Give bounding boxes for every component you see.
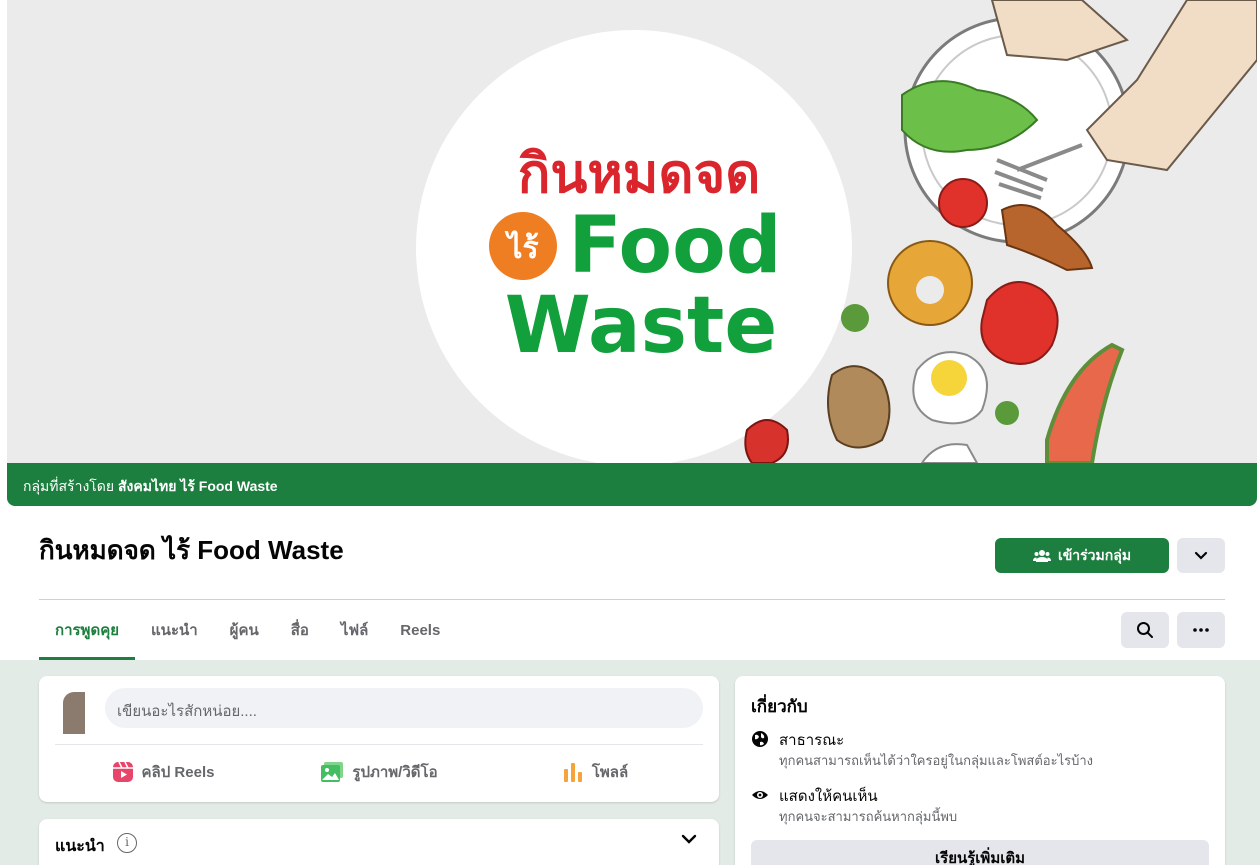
cover-photo[interactable]: กินหมดจด ไร้ Food Waste bbox=[7, 0, 1257, 463]
composer-actions: คลิป Reels รูปภาพ/วิดีโอ โพลล์ bbox=[55, 752, 703, 792]
recommended-section: แนะนำ i bbox=[39, 819, 719, 865]
reels-label: คลิป Reels bbox=[141, 764, 215, 781]
tab-reels[interactable]: Reels bbox=[384, 600, 456, 660]
privacy-desc: ทุกคนสามารถเห็นได้ว่าใครอยู่ในกลุ่มและโพ… bbox=[779, 753, 1094, 768]
tab-files[interactable]: ไฟล์ bbox=[325, 600, 384, 660]
more-dots-icon bbox=[1193, 628, 1209, 632]
write-post-input[interactable]: เขียนอะไรสักหน่อย.... bbox=[105, 688, 703, 728]
more-button[interactable] bbox=[1177, 612, 1225, 648]
composer-divider bbox=[55, 744, 703, 745]
privacy-title: สาธารณะ bbox=[779, 732, 845, 749]
search-button[interactable] bbox=[1121, 612, 1169, 648]
tab-people[interactable]: ผู้คน bbox=[214, 600, 275, 660]
search-icon bbox=[1137, 622, 1153, 638]
more-options-dropdown[interactable] bbox=[1177, 538, 1225, 573]
reels-button[interactable]: คลิป Reels bbox=[55, 752, 271, 792]
about-card: เกี่ยวกับ สาธารณะ ทุกคนสามารถเห็นได้ว่าใ… bbox=[735, 676, 1225, 865]
eye-icon bbox=[752, 791, 768, 799]
group-title[interactable]: กินหมดจด ไร้ Food Waste bbox=[39, 530, 344, 571]
creator-bar: กลุ่มที่สร้างโดย สังคมไทย ไร้ Food Waste bbox=[7, 463, 1257, 506]
visibility-desc: ทุกคนจะสามารถค้นหากลุ่มนี้พบ bbox=[779, 809, 958, 824]
people-icon bbox=[1032, 549, 1051, 562]
avatar[interactable] bbox=[63, 692, 85, 734]
creator-prefix: กลุ่มที่สร้างโดย bbox=[23, 478, 115, 494]
about-title: เกี่ยวกับ bbox=[751, 697, 808, 716]
info-icon[interactable]: i bbox=[117, 833, 137, 853]
poll-label: โพลล์ bbox=[591, 764, 629, 781]
cover-illustration: กินหมดจด ไร้ Food Waste bbox=[416, 0, 1257, 463]
photo-video-button[interactable]: รูปภาพ/วิดีโอ bbox=[271, 752, 487, 792]
poll-icon bbox=[563, 763, 582, 782]
tab-featured[interactable]: แนะนำ bbox=[135, 600, 214, 660]
chevron-down-icon[interactable] bbox=[681, 833, 697, 845]
chevron-down-icon bbox=[1194, 551, 1208, 560]
recommended-title: แนะนำ bbox=[55, 838, 105, 855]
join-group-button[interactable]: เข้าร่วมกลุ่ม bbox=[995, 538, 1169, 573]
logo-text-waste: Waste bbox=[505, 281, 778, 371]
learn-more-button[interactable]: เรียนรู้เพิ่มเติม bbox=[751, 840, 1209, 865]
reels-icon bbox=[112, 761, 133, 782]
visibility-title: แสดงให้คนเห็น bbox=[779, 788, 878, 805]
creator-link[interactable]: สังคมไทย ไร้ Food Waste bbox=[118, 478, 278, 494]
logo-text-food: Food bbox=[568, 201, 781, 291]
photo-icon bbox=[321, 762, 344, 782]
globe-icon bbox=[752, 731, 768, 747]
logo-text-thai: กินหมดจด bbox=[518, 142, 761, 205]
cover-photo-area: กินหมดจด ไร้ Food Waste กลุ่มที่สร้างโดย… bbox=[7, 0, 1257, 506]
post-composer: เขียนอะไรสักหน่อย.... คลิป Reels รูปภาพ/… bbox=[39, 676, 719, 802]
group-tabs: การพูดคุย แนะนำ ผู้คน สื่อ ไฟล์ Reels bbox=[39, 600, 456, 660]
logo-badge-text: ไร้ bbox=[504, 230, 538, 266]
join-group-label: เข้าร่วมกลุ่ม bbox=[1057, 546, 1132, 563]
tab-media[interactable]: สื่อ bbox=[275, 600, 325, 660]
tab-discussion[interactable]: การพูดคุย bbox=[39, 600, 136, 660]
poll-button[interactable]: โพลล์ bbox=[487, 752, 703, 792]
photo-video-label: รูปภาพ/วิดีโอ bbox=[352, 764, 438, 781]
